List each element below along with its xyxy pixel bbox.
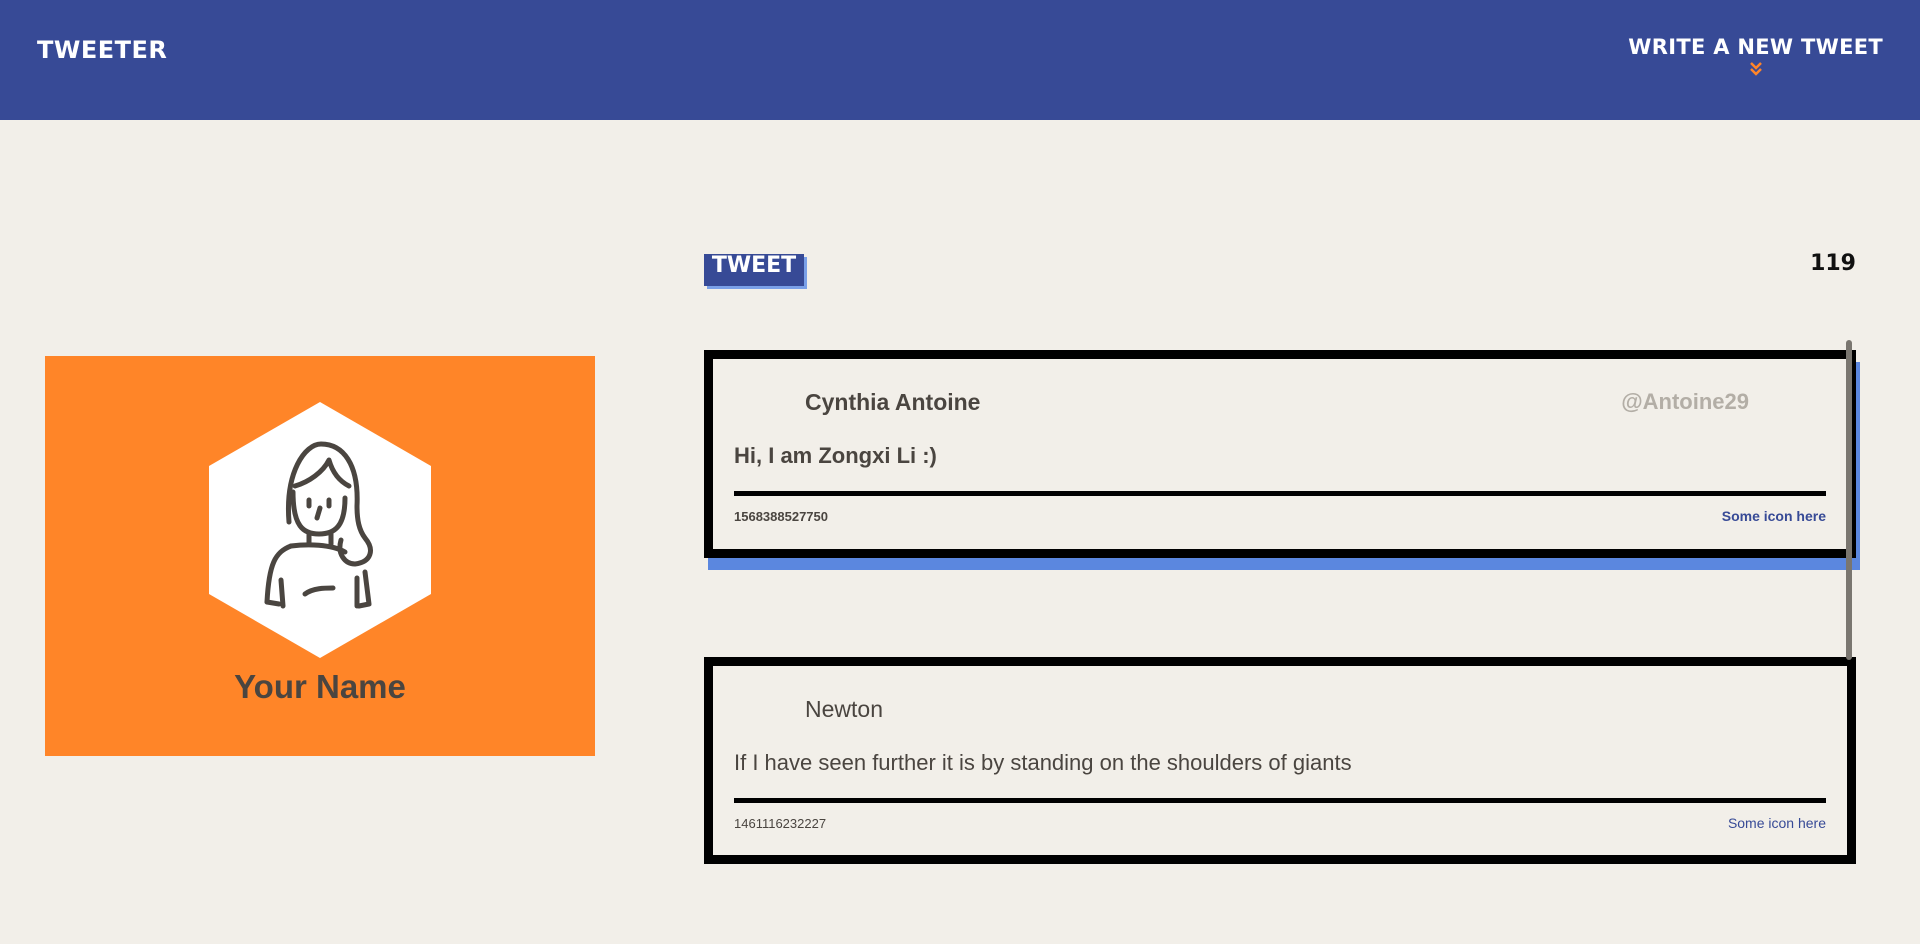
double-chevron-down-icon xyxy=(1749,62,1762,76)
tweet-divider xyxy=(734,798,1826,803)
tweet-text: If I have seen further it is by standing… xyxy=(734,750,1352,775)
tweet-text: Hi, I am Zongxi Li :) xyxy=(734,443,937,468)
tweet-card[interactable]: Cynthia Antoine @Antoine29 Hi, I am Zong… xyxy=(704,350,1856,558)
brand-logo[interactable]: Tweeter xyxy=(37,36,167,64)
woman-avatar-icon xyxy=(209,402,431,658)
tweet-divider xyxy=(734,491,1826,496)
feed-scrollbar[interactable] xyxy=(1846,340,1852,660)
tweet-icon-placeholder[interactable]: Some icon here xyxy=(1728,815,1826,831)
tweet-handle: @Antoine29 xyxy=(1621,389,1749,414)
profile-card: Your Name xyxy=(45,356,595,756)
tweet-button[interactable]: Tweet xyxy=(704,254,804,286)
top-nav: Tweeter Write a new tweet xyxy=(0,0,1920,120)
tweet-feed: Cynthia Antoine @Antoine29 Hi, I am Zong… xyxy=(704,350,1856,910)
write-new-tweet-link[interactable]: Write a new tweet xyxy=(1628,35,1883,77)
profile-name: Your Name xyxy=(234,668,406,705)
tweet-author: Cynthia Antoine xyxy=(805,389,981,415)
write-new-tweet-label: Write a new tweet xyxy=(1628,35,1883,59)
tweet-timestamp: 1568388527750 xyxy=(734,509,828,524)
tweet-card[interactable]: Newton If I have seen further it is by s… xyxy=(704,657,1856,864)
tweet-icon-placeholder[interactable]: Some icon here xyxy=(1722,508,1826,524)
tweet-timestamp: 1461116232227 xyxy=(734,816,827,831)
character-counter: 119 xyxy=(1810,251,1856,276)
tweet-author: Newton xyxy=(805,696,883,722)
